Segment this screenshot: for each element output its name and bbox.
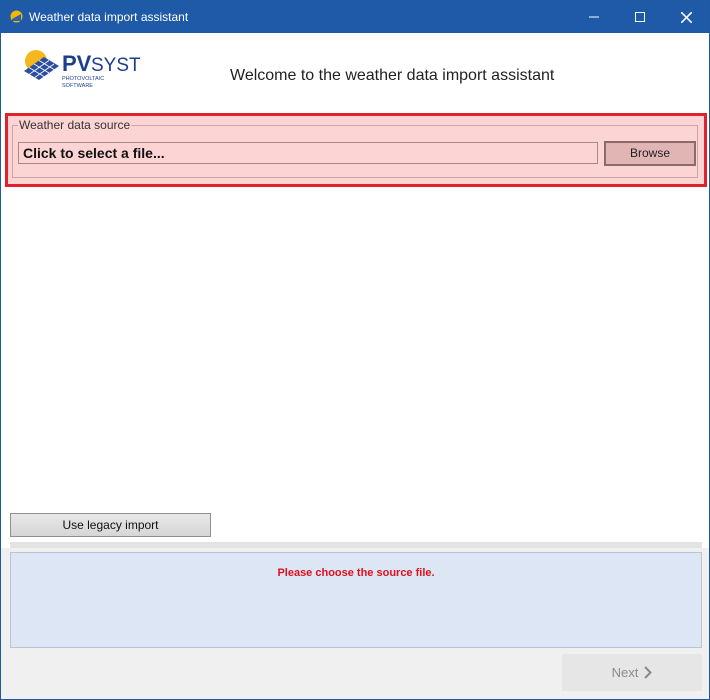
weather-source-group: Weather data source Click to select a fi…: [12, 118, 698, 178]
pvsyst-logo: PV SYST PHOTOVOLTAIC SOFTWARE: [24, 50, 141, 89]
source-highlight: Weather data source Click to select a fi…: [5, 113, 707, 187]
weather-source-label: Weather data source: [18, 118, 132, 132]
logo-pv-text: PV: [62, 51, 92, 76]
browse-button[interactable]: Browse: [604, 141, 696, 166]
next-button[interactable]: Next: [562, 654, 702, 691]
minimize-icon: [589, 16, 599, 18]
bottom-panel: Please choose the source file. Next: [1, 548, 709, 699]
logo-subtitle-2: SOFTWARE: [62, 83, 93, 89]
title-bar: Weather data import assistant: [1, 1, 709, 33]
window-title: Weather data import assistant: [29, 10, 189, 24]
app-icon: [10, 10, 23, 23]
close-button[interactable]: [663, 1, 709, 33]
logo-syst-text: SYST: [91, 55, 141, 76]
maximize-button[interactable]: [617, 1, 663, 33]
import-assistant-window: Weather data import assistant PV SYST PH…: [0, 0, 710, 700]
use-legacy-import-button[interactable]: Use legacy import: [10, 513, 211, 537]
maximize-icon: [635, 12, 645, 22]
close-icon: [680, 11, 692, 23]
source-file-field[interactable]: Click to select a file...: [18, 142, 598, 164]
status-message-panel: Please choose the source file.: [10, 552, 702, 648]
chevron-right-icon: [644, 666, 653, 679]
minimize-button[interactable]: [571, 1, 617, 33]
welcome-heading: Welcome to the weather data import assis…: [230, 67, 555, 84]
next-button-label: Next: [611, 665, 639, 680]
status-message: Please choose the source file.: [277, 567, 435, 579]
logo-subtitle-1: PHOTOVOLTAIC: [62, 76, 104, 82]
